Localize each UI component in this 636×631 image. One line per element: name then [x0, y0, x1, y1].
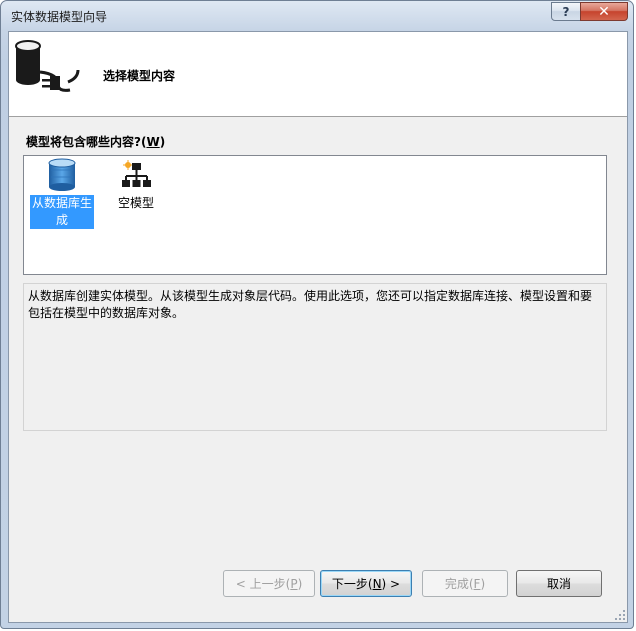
option-empty-model[interactable]: 空模型 [103, 158, 169, 230]
close-button[interactable]: ✕ [580, 2, 628, 21]
finish-suffix: ) [480, 576, 486, 591]
close-icon: ✕ [598, 3, 610, 20]
description-panel: 从数据库创建实体模型。从该模型生成对象层代码。使用此选项，您还可以指定数据库连接… [23, 283, 607, 431]
cancel-button[interactable]: 取消 [516, 570, 602, 597]
next-mnemonic: N [372, 576, 382, 591]
next-button[interactable]: 下一步(N) > [320, 570, 412, 597]
previous-label: < 上一步( [235, 577, 291, 591]
previous-suffix: ) [297, 576, 303, 591]
description-text: 从数据库创建实体模型。从该模型生成对象层代码。使用此选项，您还可以指定数据库连接… [28, 289, 593, 320]
option-label: 空模型 [117, 196, 154, 210]
resize-grip-icon[interactable] [614, 609, 626, 621]
question-suffix: ) [159, 135, 166, 149]
wizard-window: 实体数据模型向导 ? ✕ 选择模型内容 模型将包含哪些内容?(W) 从数据库生成… [0, 0, 634, 629]
next-label: 下一步( [331, 577, 373, 591]
option-generate-from-database[interactable]: 从数据库生成 [29, 158, 95, 230]
wizard-header: 选择模型内容 [9, 32, 627, 117]
question-label: 模型将包含哪些内容?(W) [26, 133, 165, 150]
previous-mnemonic: P [290, 576, 298, 591]
next-suffix: ) > [381, 576, 401, 591]
page-title: 选择模型内容 [103, 69, 176, 83]
help-icon: ? [562, 4, 570, 19]
database-icon [48, 158, 76, 191]
previous-button[interactable]: < 上一步(P) [223, 570, 315, 597]
finish-button[interactable]: 完成(F) [422, 570, 508, 597]
option-label: 从数据库生成 [30, 195, 94, 229]
finish-label: 完成( [444, 577, 474, 591]
cancel-label: 取消 [546, 577, 571, 591]
model-options-list[interactable]: 从数据库生成 空模型 [23, 155, 607, 275]
wizard-client-area: 选择模型内容 模型将包含哪些内容?(W) 从数据库生成 空模型 从数据库创建实体… [8, 31, 628, 623]
window-title: 实体数据模型向导 [11, 10, 108, 24]
question-mnemonic: W [146, 135, 160, 149]
finish-mnemonic: F [473, 576, 481, 591]
help-button[interactable]: ? [551, 2, 581, 21]
hierarchy-icon [122, 160, 151, 187]
question-text: 模型将包含哪些内容?( [26, 135, 147, 149]
title-bar[interactable]: 实体数据模型向导 ? ✕ [1, 1, 633, 31]
database-plug-icon [15, 40, 80, 92]
